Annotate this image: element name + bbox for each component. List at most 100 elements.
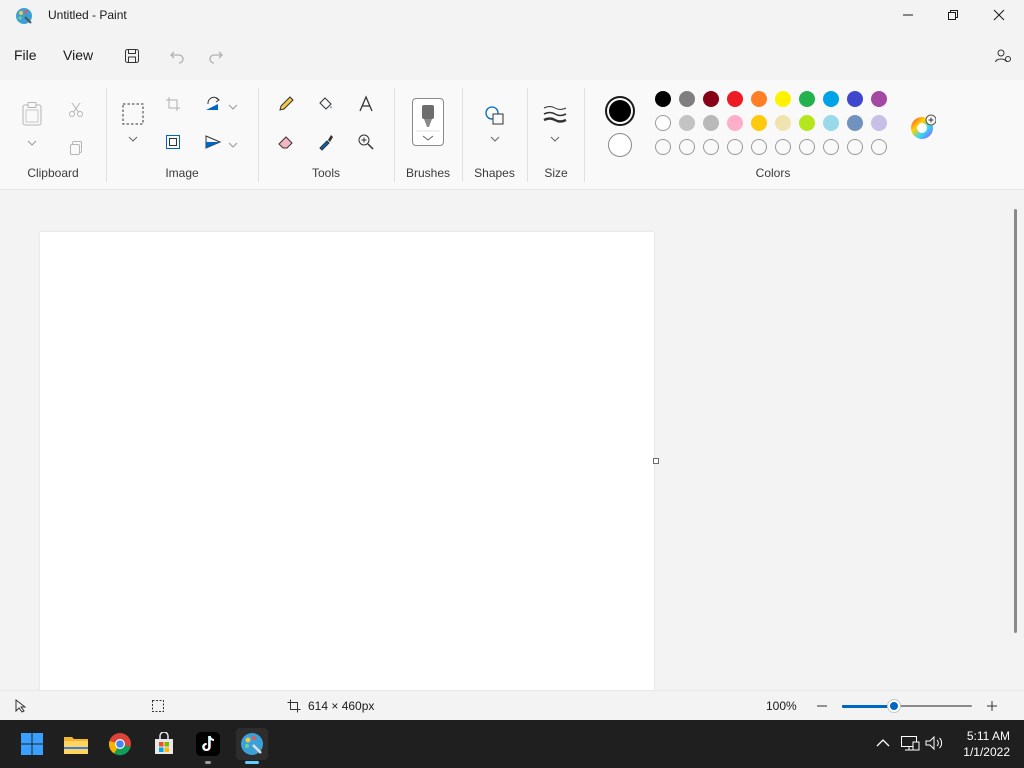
- restore-button[interactable]: [930, 0, 976, 30]
- rotate-button[interactable]: [199, 90, 227, 118]
- palette-swatch[interactable]: [655, 115, 671, 131]
- crop-button[interactable]: [159, 90, 187, 118]
- rotate-dropdown[interactable]: [227, 102, 239, 112]
- menu-view[interactable]: View: [63, 47, 93, 63]
- brushes-button[interactable]: [412, 98, 444, 146]
- size-button[interactable]: [541, 100, 569, 128]
- palette-swatch[interactable]: [703, 115, 719, 131]
- active-app-indicator: [245, 761, 259, 764]
- custom-color-slot[interactable]: [751, 139, 767, 155]
- palette-swatch[interactable]: [847, 91, 863, 107]
- fill-button[interactable]: [312, 90, 340, 118]
- start-button[interactable]: [16, 728, 48, 760]
- canvas-size-text: 614 × 460px: [308, 699, 375, 713]
- plus-icon: [987, 701, 997, 711]
- close-button[interactable]: [976, 0, 1022, 30]
- select-dropdown[interactable]: [127, 134, 139, 144]
- image-label: Image: [165, 166, 199, 180]
- clock[interactable]: 5:11 AM 1/1/2022: [963, 728, 1010, 760]
- redo-button[interactable]: [203, 43, 229, 69]
- volume-button[interactable]: [923, 732, 945, 754]
- custom-color-slot[interactable]: [775, 139, 791, 155]
- show-hidden-icons-button[interactable]: [872, 732, 894, 754]
- folder-icon: [64, 737, 88, 754]
- chevron-down-icon: [228, 104, 238, 110]
- eraser-button[interactable]: [272, 128, 300, 156]
- vertical-scrollbar[interactable]: [1014, 209, 1017, 633]
- palette-swatch[interactable]: [871, 115, 887, 131]
- palette-swatch[interactable]: [823, 91, 839, 107]
- palette-swatch[interactable]: [703, 91, 719, 107]
- text-button[interactable]: [352, 90, 380, 118]
- zoom-slider-track[interactable]: [842, 700, 972, 712]
- custom-color-slot[interactable]: [799, 139, 815, 155]
- account-button[interactable]: [990, 43, 1016, 69]
- flip-button[interactable]: [199, 128, 227, 156]
- select-button[interactable]: [119, 100, 147, 128]
- taskbar-paint[interactable]: [236, 728, 268, 764]
- paste-button[interactable]: [18, 100, 46, 128]
- account-settings-icon: [995, 49, 1011, 63]
- taskbar-chrome[interactable]: [104, 728, 136, 760]
- selection-size-icon: [151, 699, 165, 716]
- palette-swatch[interactable]: [751, 115, 767, 131]
- secondary-color-button[interactable]: [608, 133, 632, 157]
- taskbar-tiktok[interactable]: [192, 728, 224, 764]
- palette-swatch[interactable]: [679, 115, 695, 131]
- drawing-canvas[interactable]: [40, 232, 654, 692]
- magnifier-button[interactable]: [352, 128, 380, 156]
- paste-icon: [22, 102, 42, 126]
- color-picker-button[interactable]: [312, 128, 340, 156]
- palette-swatch[interactable]: [871, 91, 887, 107]
- custom-color-slot[interactable]: [823, 139, 839, 155]
- custom-color-slot[interactable]: [847, 139, 863, 155]
- taskbar-file-explorer[interactable]: [60, 728, 92, 760]
- zoom-in-button[interactable]: [984, 698, 1000, 714]
- canvas-resize-handle[interactable]: [653, 458, 659, 464]
- minimize-button[interactable]: [885, 0, 931, 30]
- zoom-out-button[interactable]: [814, 698, 830, 714]
- zoom-slider-thumb[interactable]: [888, 700, 900, 712]
- palette-swatch[interactable]: [727, 115, 743, 131]
- flip-dropdown[interactable]: [227, 140, 239, 150]
- custom-color-slot[interactable]: [871, 139, 887, 155]
- copy-button[interactable]: [62, 134, 90, 162]
- palette-swatch[interactable]: [679, 91, 695, 107]
- title-bar: Untitled - Paint: [0, 0, 1024, 32]
- pencil-button[interactable]: [272, 90, 300, 118]
- menu-file[interactable]: File: [14, 47, 37, 63]
- chevron-down-icon: [228, 142, 238, 148]
- primary-color-button[interactable]: [605, 96, 635, 126]
- shapes-dropdown[interactable]: [489, 134, 501, 144]
- shapes-group: Shapes: [463, 86, 526, 186]
- cut-button[interactable]: [62, 96, 90, 124]
- custom-color-slot[interactable]: [703, 139, 719, 155]
- custom-color-slot[interactable]: [727, 139, 743, 155]
- shapes-button[interactable]: [481, 102, 509, 130]
- palette-swatch[interactable]: [775, 115, 791, 131]
- palette-swatch[interactable]: [775, 91, 791, 107]
- palette-swatch[interactable]: [799, 115, 815, 131]
- custom-color-slot[interactable]: [679, 139, 695, 155]
- palette-swatch[interactable]: [823, 115, 839, 131]
- edit-colors-button[interactable]: [910, 114, 937, 140]
- save-button[interactable]: [119, 43, 145, 69]
- palette-swatch[interactable]: [751, 91, 767, 107]
- chevron-down-icon: [27, 140, 37, 146]
- undo-button[interactable]: [164, 43, 190, 69]
- taskbar-microsoft-store[interactable]: [148, 728, 180, 760]
- resize-button[interactable]: [159, 128, 187, 156]
- palette-swatch[interactable]: [727, 91, 743, 107]
- menu-bar: File View: [0, 38, 1024, 74]
- size-dropdown[interactable]: [549, 134, 561, 144]
- network-button[interactable]: [899, 732, 921, 754]
- custom-color-slot[interactable]: [655, 139, 671, 155]
- palette-swatch[interactable]: [847, 115, 863, 131]
- paste-dropdown[interactable]: [26, 138, 38, 148]
- line-width-icon: [543, 106, 567, 123]
- shapes-label: Shapes: [474, 166, 515, 180]
- brush-icon: [416, 105, 440, 141]
- palette-swatch[interactable]: [655, 91, 671, 107]
- paint-bucket-icon: [319, 97, 332, 110]
- palette-swatch[interactable]: [799, 91, 815, 107]
